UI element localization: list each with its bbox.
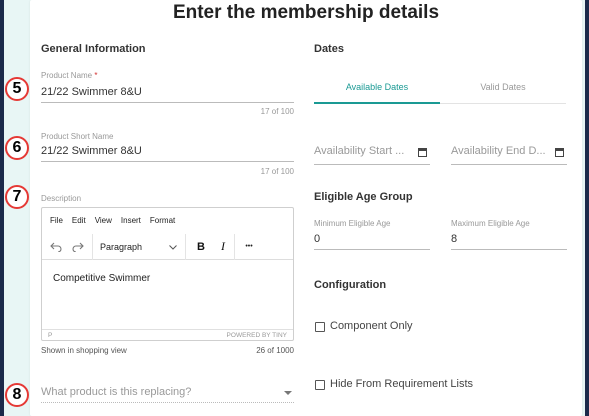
block-format-dropdown[interactable]: Paragraph [93,236,185,258]
menu-format[interactable]: Format [150,216,175,225]
editor-toolbar: Paragraph B I ••• [42,233,293,260]
replacing-product-select[interactable]: What product is this replacing? [41,386,191,398]
page-title: Enter the membership details [172,2,440,23]
short-name-label: Product Short Name [41,132,114,141]
block-format-value: Paragraph [100,241,143,252]
calendar-icon[interactable] [418,148,427,157]
step-badge-7: 7 [5,185,29,209]
menu-file[interactable]: File [50,216,63,225]
tab-valid-dates[interactable]: Valid Dates [440,82,566,92]
min-age-label: Minimum Eligible Age [314,219,391,228]
redo-icon[interactable] [67,236,89,258]
membership-form-card: Enter the membership details General Inf… [30,0,582,416]
start-date-underline [314,164,430,165]
toolbar-divider [234,233,235,260]
required-mark: * [94,71,98,80]
more-options-button[interactable]: ••• [238,236,260,258]
dropdown-arrow-icon[interactable] [284,391,292,395]
editor-statusbar: P POWERED BY TINY [42,329,293,341]
step-badge-5: 5 [5,77,29,101]
availability-start-field[interactable]: Availability Start ... [314,145,404,157]
dates-heading: Dates [314,43,344,55]
hide-from-requirements-label[interactable]: Hide From Requirement Lists [330,378,473,390]
max-age-underline [451,249,567,250]
min-age-field[interactable]: 0 [314,233,430,247]
max-age-label: Maximum Eligible Age [451,219,530,228]
component-only-label[interactable]: Component Only [330,320,413,332]
product-name-label-text: Product Name [41,71,93,80]
menu-edit[interactable]: Edit [72,216,86,225]
hide-from-requirements-checkbox[interactable] [315,380,325,390]
availability-end-field[interactable]: Availability End D... [451,145,546,157]
product-name-label: Product Name * [41,71,98,80]
component-only-checkbox[interactable] [315,322,325,332]
element-path: P [48,332,53,339]
shown-in-shopping-note: Shown in shopping view [41,346,127,355]
tab-available-dates[interactable]: Available Dates [314,82,440,92]
chevron-down-icon [169,242,177,252]
powered-by-tiny[interactable]: POWERED BY TINY [227,332,287,339]
undo-icon[interactable] [45,236,67,258]
step-badge-6: 6 [5,136,29,160]
end-date-underline [451,164,567,165]
active-tab-indicator [314,102,440,104]
editor-content[interactable]: Competitive Swimmer [53,273,150,284]
general-information-heading: General Information [41,43,146,55]
step-badge-8: 8 [5,383,29,407]
window-frame-left [0,0,4,416]
editor-menubar: File Edit View Insert Format [42,208,293,233]
calendar-icon[interactable] [555,148,564,157]
description-label: Description [41,194,82,203]
max-age-field[interactable]: 8 [451,233,567,247]
rich-text-editor: File Edit View Insert Format Paragraph B… [41,207,294,341]
product-name-counter: 17 of 100 [260,107,294,116]
replacing-underline [41,402,294,403]
product-name-underline [41,102,294,103]
product-name-field[interactable]: 21/22 Swimmer 8&U [41,86,294,100]
short-name-counter: 17 of 100 [260,167,294,176]
menu-view[interactable]: View [95,216,112,225]
menu-insert[interactable]: Insert [121,216,141,225]
eligible-age-heading: Eligible Age Group [314,191,413,203]
italic-button[interactable]: I [212,236,234,258]
window-frame-right [585,0,589,416]
min-age-underline [314,249,430,250]
toolbar-divider [185,233,186,260]
short-name-underline [41,161,294,162]
description-counter: 26 of 1000 [256,346,294,355]
short-name-field[interactable]: 21/22 Swimmer 8&U [41,145,294,159]
configuration-heading: Configuration [314,279,387,291]
bold-button[interactable]: B [190,236,212,258]
